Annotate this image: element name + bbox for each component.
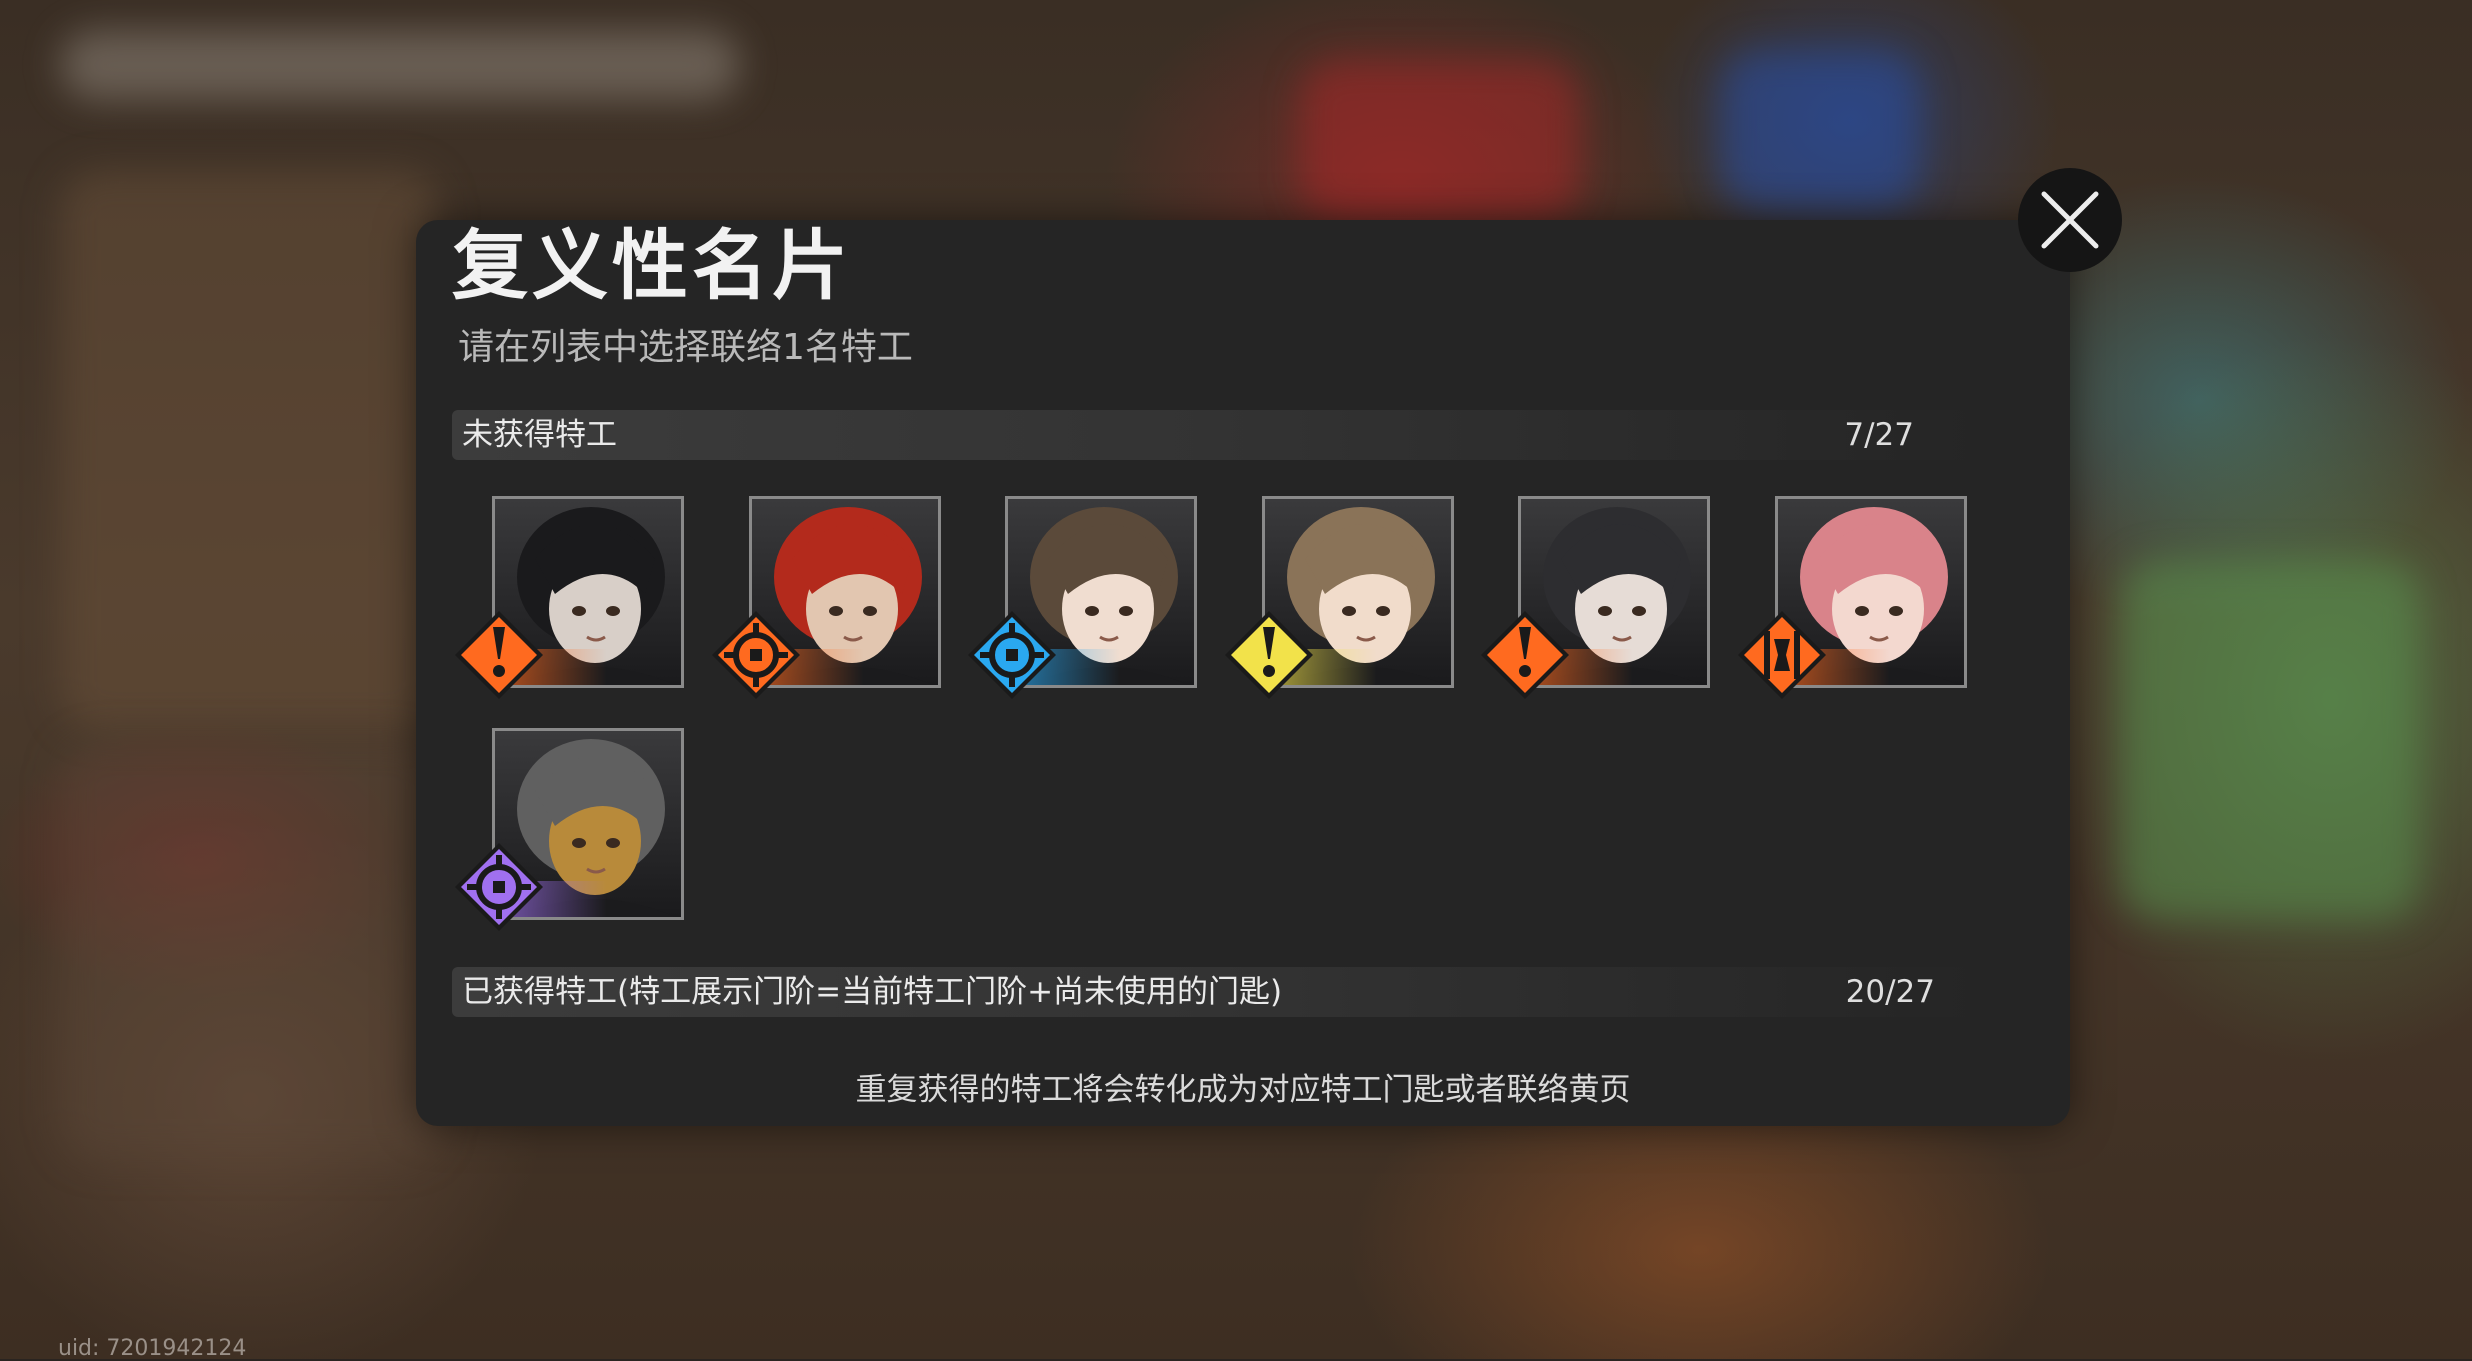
exclamation-badge-icon [1223, 609, 1315, 701]
unobtained-section-header: 未获得特工 7/27 [452, 410, 1980, 460]
uid-label: uid: 7201942124 [58, 1336, 247, 1361]
footer-note: 重复获得的特工将会转化成为对应特工门匙或者联络黄页 [855, 1072, 1631, 1108]
unobtained-count: 7/27 [1844, 417, 1914, 453]
bracket-badge-icon [1736, 609, 1828, 701]
agent-card-6[interactable] [1737, 496, 1967, 699]
exclamation-badge-icon [453, 609, 545, 701]
crosshair-badge-icon [710, 609, 802, 701]
dialog-subtitle: 请在列表中选择联络1名特工 [458, 327, 913, 368]
unobtained-label: 未获得特工 [462, 417, 617, 453]
obtained-label: 已获得特工(特工展示门阶=当前特工门阶+尚未使用的门匙) [462, 974, 1283, 1010]
agent-card-3[interactable] [968, 496, 1197, 699]
agent-card-7[interactable] [455, 728, 684, 931]
crosshair-badge-icon [453, 841, 545, 933]
agent-card-1[interactable] [455, 496, 684, 699]
agent-card-5[interactable] [1481, 496, 1710, 699]
obtained-section-header[interactable]: 已获得特工(特工展示门阶=当前特工门阶+尚未使用的门匙) 20/27 [452, 967, 1980, 1017]
obtained-count: 20/27 [1845, 974, 1935, 1010]
agent-card-4[interactable] [1224, 496, 1454, 699]
crosshair-badge-icon [966, 609, 1058, 701]
close-icon [2041, 191, 2099, 249]
exclamation-badge-icon [1479, 609, 1571, 701]
close-button[interactable] [2018, 168, 2122, 272]
dialog-title: 复义性名片 [452, 221, 852, 310]
agent-card-2[interactable] [711, 496, 941, 699]
